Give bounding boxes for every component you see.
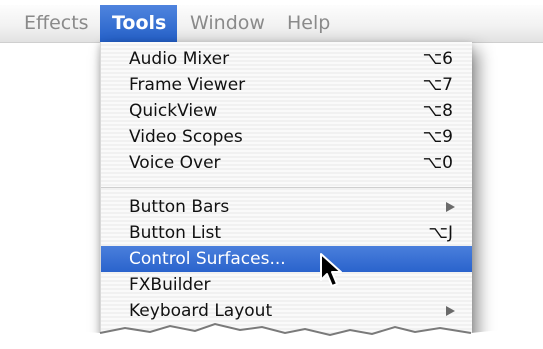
shortcut-label: ⌥0 — [422, 153, 453, 173]
menu-tools[interactable]: Tools — [100, 5, 177, 42]
menu-item-label: Frame Viewer — [129, 75, 246, 95]
menu-item-button-bars[interactable]: Button Bars — [101, 194, 472, 220]
torn-edge-decoration — [0, 322, 543, 349]
tools-dropdown-menu: Audio Mixer ⌥6 Frame Viewer ⌥7 QuickView… — [100, 42, 472, 349]
shortcut-label: ⌥9 — [422, 127, 453, 147]
menu-item-frame-viewer[interactable]: Frame Viewer ⌥7 — [101, 72, 472, 98]
menu-item-control-surfaces[interactable]: Control Surfaces... — [101, 246, 472, 272]
menu-item-button-list[interactable]: Button List ⌥J — [101, 220, 472, 246]
menu-bar: Effects Tools Window Help — [0, 5, 543, 43]
menu-item-label: Audio Mixer — [129, 49, 230, 69]
menu-item-label: Button Bars — [129, 197, 230, 217]
submenu-arrow-icon — [446, 202, 455, 212]
arrow-pointer-icon — [320, 253, 342, 287]
menu-item-fxbuilder[interactable]: FXBuilder — [101, 272, 472, 298]
menu-item-label: Control Surfaces... — [129, 249, 286, 269]
menu-help[interactable]: Help — [275, 5, 342, 42]
screenshot: Effects Tools Window Help Audio Mixer ⌥6… — [0, 0, 543, 349]
shortcut-label: ⌥8 — [422, 101, 453, 121]
menu-item-label: Voice Over — [129, 153, 221, 173]
menu-item-voice-over[interactable]: Voice Over ⌥0 — [101, 150, 472, 176]
menu-item-quickview[interactable]: QuickView ⌥8 — [101, 98, 472, 124]
menu-item-audio-mixer[interactable]: Audio Mixer ⌥6 — [101, 46, 472, 72]
menu-effects[interactable]: Effects — [12, 5, 101, 42]
shortcut-label: ⌥6 — [422, 49, 453, 69]
menu-item-label: Button List — [129, 223, 222, 243]
submenu-arrow-icon — [446, 306, 455, 316]
menu-separator — [101, 187, 472, 188]
menu-window[interactable]: Window — [178, 5, 277, 42]
menu-item-label: Video Scopes — [129, 127, 243, 147]
menu-item-video-scopes[interactable]: Video Scopes ⌥9 — [101, 124, 472, 150]
shortcut-label: ⌥7 — [422, 75, 453, 95]
shortcut-label: ⌥J — [428, 223, 453, 243]
menu-item-label: FXBuilder — [129, 275, 211, 295]
menu-item-label: QuickView — [129, 101, 218, 121]
